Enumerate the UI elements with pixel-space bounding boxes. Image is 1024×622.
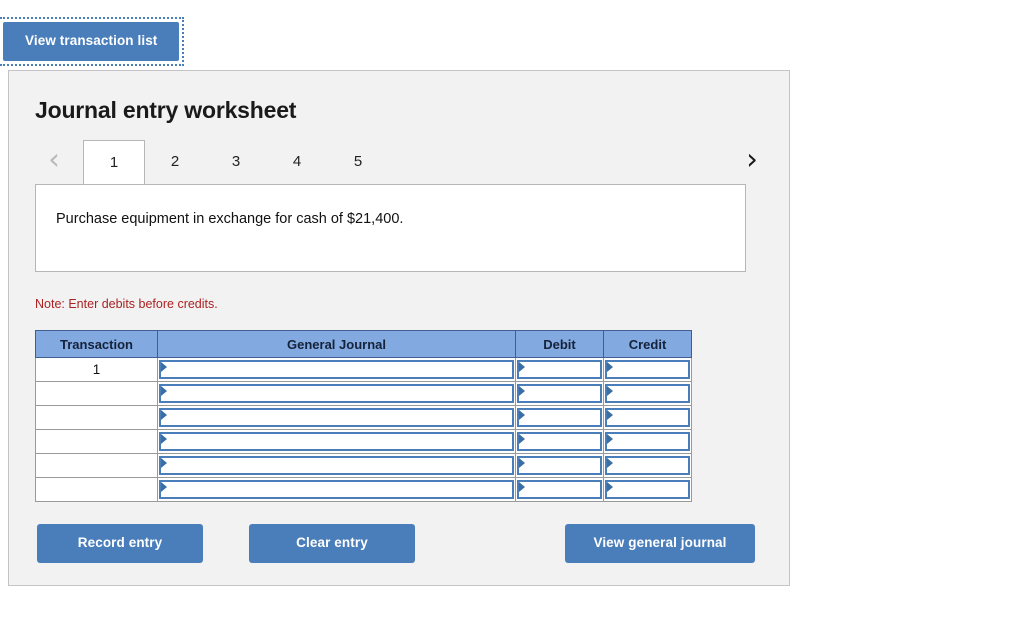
cell-credit xyxy=(603,405,692,430)
debit-input-row-2[interactable] xyxy=(517,384,602,403)
column-header-transaction: Transaction xyxy=(35,330,158,358)
cell-transaction xyxy=(35,453,158,478)
credit-input-row-6[interactable] xyxy=(605,480,690,499)
caret-right-icon xyxy=(519,458,525,468)
caret-right-icon xyxy=(161,386,167,396)
cell-transaction xyxy=(35,405,158,430)
chevron-right-icon[interactable]: › xyxy=(739,143,765,177)
tab-3[interactable]: 3 xyxy=(206,140,266,184)
caret-right-icon xyxy=(607,362,613,372)
cell-transaction xyxy=(35,381,158,406)
cell-debit xyxy=(515,453,604,478)
table-row xyxy=(35,381,692,406)
credit-input-row-1[interactable] xyxy=(605,360,690,379)
clear-entry-button[interactable]: Clear entry xyxy=(249,524,415,563)
worksheet-panel: Journal entry worksheet ‹ › 12345 Purcha… xyxy=(8,70,790,586)
tab-1[interactable]: 1 xyxy=(83,140,145,184)
debit-input-row-3[interactable] xyxy=(517,408,602,427)
caret-right-icon xyxy=(161,434,167,444)
cell-general-journal xyxy=(157,453,516,478)
table-body: 1 xyxy=(35,357,692,502)
general-journal-select-row-6[interactable] xyxy=(159,480,514,499)
column-header-credit: Credit xyxy=(603,330,692,358)
column-header-general-journal: General Journal xyxy=(157,330,516,358)
debit-input-row-5[interactable] xyxy=(517,456,602,475)
journal-entry-screen: View transaction list Journal entry work… xyxy=(0,0,1024,622)
column-header-debit: Debit xyxy=(515,330,604,358)
credit-input-row-4[interactable] xyxy=(605,432,690,451)
caret-right-icon xyxy=(161,362,167,372)
cell-general-journal xyxy=(157,381,516,406)
table-row xyxy=(35,405,692,430)
table-header: Transaction General Journal Debit Credit xyxy=(35,330,692,358)
tab-5[interactable]: 5 xyxy=(328,140,388,184)
debit-input-row-4[interactable] xyxy=(517,432,602,451)
general-journal-select-row-4[interactable] xyxy=(159,432,514,451)
cell-credit xyxy=(603,477,692,502)
cell-credit xyxy=(603,357,692,382)
table-row xyxy=(35,429,692,454)
page-title: Journal entry worksheet xyxy=(35,97,297,123)
cell-debit xyxy=(515,429,604,454)
caret-right-icon xyxy=(519,410,525,420)
caret-right-icon xyxy=(607,458,613,468)
debit-input-row-1[interactable] xyxy=(517,360,602,379)
table-row: 1 xyxy=(35,357,692,382)
view-transaction-list-focus-ring: View transaction list xyxy=(0,17,185,66)
transaction-description-box: Purchase equipment in exchange for cash … xyxy=(35,184,746,272)
cell-debit xyxy=(515,405,604,430)
cell-general-journal xyxy=(157,429,516,454)
cell-debit xyxy=(515,357,604,382)
caret-right-icon xyxy=(607,386,613,396)
general-journal-select-row-3[interactable] xyxy=(159,408,514,427)
cell-credit xyxy=(603,429,692,454)
transaction-description-text: Purchase equipment in exchange for cash … xyxy=(56,211,404,227)
credit-input-row-5[interactable] xyxy=(605,456,690,475)
view-general-journal-button[interactable]: View general journal xyxy=(565,524,755,563)
cell-transaction xyxy=(35,429,158,454)
caret-right-icon xyxy=(519,434,525,444)
cell-general-journal xyxy=(157,357,516,382)
cell-transaction xyxy=(35,477,158,502)
general-journal-select-row-2[interactable] xyxy=(159,384,514,403)
table-row xyxy=(35,477,692,502)
caret-right-icon xyxy=(519,386,525,396)
credit-input-row-2[interactable] xyxy=(605,384,690,403)
caret-right-icon xyxy=(607,482,613,492)
caret-right-icon xyxy=(519,362,525,372)
cell-credit xyxy=(603,381,692,406)
record-entry-button[interactable]: Record entry xyxy=(37,524,203,563)
cell-debit xyxy=(515,381,604,406)
general-journal-select-row-1[interactable] xyxy=(159,360,514,379)
caret-right-icon xyxy=(161,458,167,468)
chevron-left-icon[interactable]: ‹ xyxy=(41,143,67,177)
credit-input-row-3[interactable] xyxy=(605,408,690,427)
tab-strip: ‹ › 12345 xyxy=(35,139,765,184)
cell-general-journal xyxy=(157,477,516,502)
tab-4[interactable]: 4 xyxy=(267,140,327,184)
general-journal-table: Transaction General Journal Debit Credit… xyxy=(35,330,692,502)
caret-right-icon xyxy=(607,410,613,420)
caret-right-icon xyxy=(161,410,167,420)
general-journal-select-row-5[interactable] xyxy=(159,456,514,475)
table-row xyxy=(35,453,692,478)
cell-debit xyxy=(515,477,604,502)
tab-2[interactable]: 2 xyxy=(145,140,205,184)
view-transaction-list-button[interactable]: View transaction list xyxy=(3,22,180,61)
table-header-row: Transaction General Journal Debit Credit xyxy=(35,330,692,358)
debit-input-row-6[interactable] xyxy=(517,480,602,499)
cell-credit xyxy=(603,453,692,478)
caret-right-icon xyxy=(161,482,167,492)
cell-transaction: 1 xyxy=(35,357,158,382)
caret-right-icon xyxy=(607,434,613,444)
caret-right-icon xyxy=(519,482,525,492)
debits-before-credits-note: Note: Enter debits before credits. xyxy=(35,297,218,311)
cell-general-journal xyxy=(157,405,516,430)
